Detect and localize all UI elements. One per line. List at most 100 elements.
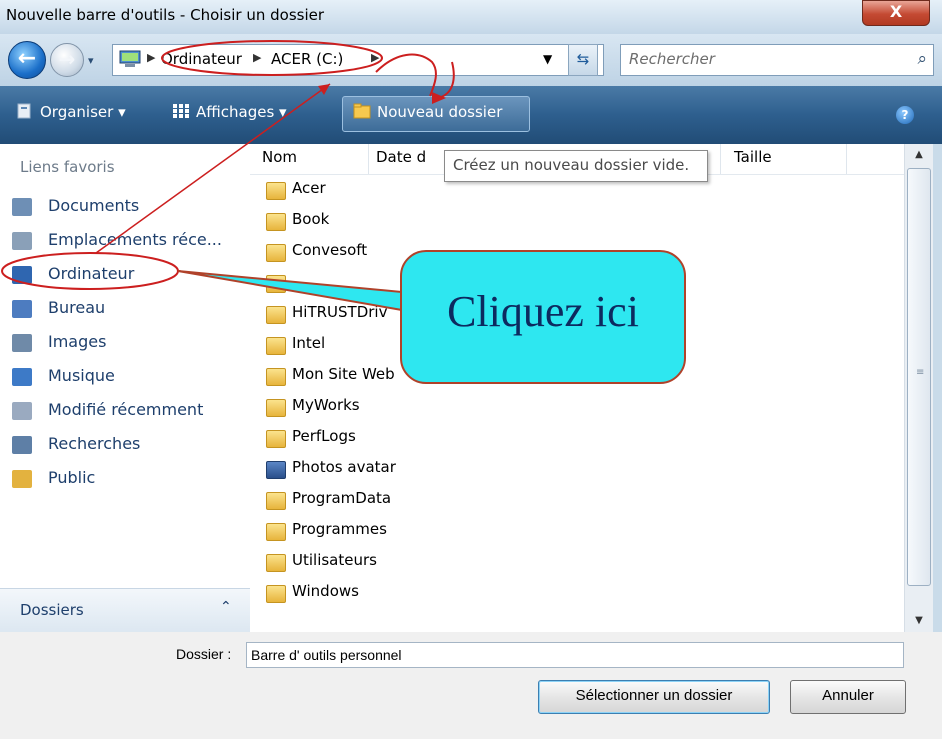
favorite-link-icon	[12, 436, 32, 454]
search-input[interactable]: Rechercher ⌕	[620, 44, 934, 76]
sidebar-item-public[interactable]: Public	[12, 466, 244, 492]
folder-icon	[266, 523, 286, 541]
search-placeholder: Rechercher	[629, 50, 715, 68]
views-label: Affichages ▾	[196, 103, 287, 121]
list-item[interactable]: Windows	[266, 581, 866, 605]
views-button[interactable]: Affichages ▾	[172, 103, 287, 121]
list-item-label: Programmes	[292, 520, 387, 538]
address-bar[interactable]: ▶ Ordinateur ▶ ACER (C:) ▶ ▼	[112, 44, 604, 76]
folder-icon	[266, 275, 286, 293]
sidebar-item-label: Ordinateur	[48, 264, 135, 283]
folder-icon	[266, 430, 286, 448]
folder-icon	[266, 337, 286, 355]
folder-icon	[266, 244, 286, 262]
breadcrumb-separator: ▶	[253, 51, 262, 64]
back-button[interactable]: ←	[8, 41, 46, 79]
list-item[interactable]: ProgramData	[266, 488, 866, 512]
favorite-link-icon	[12, 300, 32, 318]
scroll-up-icon[interactable]: ▲	[905, 144, 933, 166]
computer-icon	[119, 50, 141, 67]
history-dropdown-icon[interactable]: ▾	[88, 54, 94, 67]
sidebar-item-label: Emplacements réce...	[48, 230, 222, 249]
sidebar-item-musique[interactable]: Musique	[12, 364, 244, 390]
command-toolbar: Organiser ▾ Affichages ▾ Nouveau dossier…	[0, 86, 942, 144]
list-item-label: MyWorks	[292, 396, 360, 414]
favorite-link-icon	[12, 368, 32, 386]
scroll-thumb[interactable]: ≡	[907, 168, 931, 586]
close-button[interactable]: X	[862, 0, 930, 26]
address-dropdown-icon[interactable]: ▼	[543, 52, 552, 66]
scroll-down-icon[interactable]: ▼	[905, 610, 933, 632]
folder-icon	[266, 399, 286, 417]
column-divider[interactable]	[846, 144, 847, 174]
title-bar[interactable]: Nouvelle barre d'outils - Choisir un dos…	[0, 0, 942, 34]
folder-icon	[266, 492, 286, 510]
list-item[interactable]: MyWorks	[266, 395, 866, 419]
sidebar-item-label: Recherches	[48, 434, 141, 453]
tooltip-text: Créez un nouveau dossier vide.	[453, 156, 690, 174]
organize-label: Organiser ▾	[40, 103, 126, 121]
navigation-bar: ← → ▾ ▶ Ordinateur ▶ ACER (C:) ▶ ▼ ⇆ Rec…	[0, 34, 942, 86]
list-item-label: ProgramData	[292, 489, 392, 507]
list-item-label: Convesoft	[292, 241, 368, 259]
folder-name-field[interactable]	[246, 642, 904, 668]
column-header-size[interactable]: Taille	[734, 148, 772, 166]
sidebar-item-label: Public	[48, 468, 96, 487]
column-header-date[interactable]: Date d	[376, 148, 426, 166]
folder-icon	[266, 368, 286, 386]
folders-toggle[interactable]: Dossiers ⌃	[0, 588, 250, 633]
list-item-label: Windows	[292, 582, 359, 600]
window-title: Nouvelle barre d'outils - Choisir un dos…	[6, 6, 325, 24]
column-divider[interactable]	[368, 144, 369, 174]
folder-icon	[266, 554, 286, 572]
callout-text: Cliquez ici	[447, 287, 639, 336]
scroll-grip-icon: ≡	[916, 367, 925, 378]
breadcrumb-computer[interactable]: Ordinateur	[161, 50, 242, 68]
chevron-up-icon[interactable]: ⌃	[220, 599, 232, 615]
sidebar-item-label: Bureau	[48, 298, 106, 317]
list-item[interactable]: Utilisateurs	[266, 550, 866, 574]
help-icon[interactable]: ?	[896, 106, 914, 124]
list-item-label: Utilisateurs	[292, 551, 377, 569]
folder-icon	[266, 306, 286, 324]
list-item-label: Acer	[292, 179, 326, 197]
new-folder-label: Nouveau dossier	[377, 103, 503, 121]
navigation-pane: Liens favoris Documents Emplacements réce…	[0, 144, 251, 633]
favorites-title: Liens favoris	[20, 158, 115, 176]
search-icon[interactable]: ⌕	[917, 49, 927, 69]
sidebar-item-images[interactable]: Images	[12, 330, 244, 356]
favorite-link-icon	[12, 402, 32, 420]
file-list: Nom ⌃ Date d Taille Acer Book Convesoft HiT…	[250, 144, 904, 632]
forward-button[interactable]: →	[50, 43, 84, 77]
sidebar-item-emplacements-r-ce[interactable]: Emplacements réce...	[12, 228, 244, 254]
breadcrumb-separator: ▶	[371, 51, 380, 64]
list-item[interactable]: Book	[266, 209, 866, 233]
select-folder-button[interactable]: Sélectionner un dossier	[538, 680, 770, 714]
list-item[interactable]: Programmes	[266, 519, 866, 543]
sidebar-item-recherches[interactable]: Recherches	[12, 432, 244, 458]
new-folder-icon	[353, 103, 371, 119]
column-divider[interactable]	[720, 144, 721, 174]
folder-icon	[266, 585, 286, 603]
sidebar-item-bureau[interactable]: Bureau	[12, 296, 244, 322]
breadcrumb-acer-drive[interactable]: ACER (C:)	[271, 50, 343, 68]
back-arrow-icon: ←	[17, 46, 37, 71]
new-folder-button[interactable]: Nouveau dossier	[342, 96, 530, 132]
refresh-button[interactable]: ⇆	[568, 44, 598, 76]
folder-icon	[266, 182, 286, 200]
list-item-label: Intel	[292, 334, 326, 352]
vertical-scrollbar[interactable]: ▲ ≡ ▼	[904, 144, 933, 632]
folders-label: Dossiers	[20, 601, 84, 619]
organize-button[interactable]: Organiser ▾	[16, 103, 126, 121]
breadcrumb-separator: ▶	[147, 51, 156, 64]
list-item[interactable]: Photos avatar	[266, 457, 866, 481]
cancel-button[interactable]: Annuler	[790, 680, 906, 714]
sort-ascending-icon: ⌃	[288, 144, 297, 151]
sidebar-item-label: Modifié récemment	[48, 400, 204, 419]
list-item[interactable]: PerfLogs	[266, 426, 866, 450]
dialog-footer: Dossier : Sélectionner un dossier Annule…	[0, 632, 942, 739]
sidebar-item-modifi-r-cemment[interactable]: Modifié récemment	[12, 398, 244, 424]
favorite-link-icon	[12, 198, 32, 216]
sidebar-item-documents[interactable]: Documents	[12, 194, 244, 220]
sidebar-item-ordinateur[interactable]: Ordinateur	[12, 262, 244, 288]
